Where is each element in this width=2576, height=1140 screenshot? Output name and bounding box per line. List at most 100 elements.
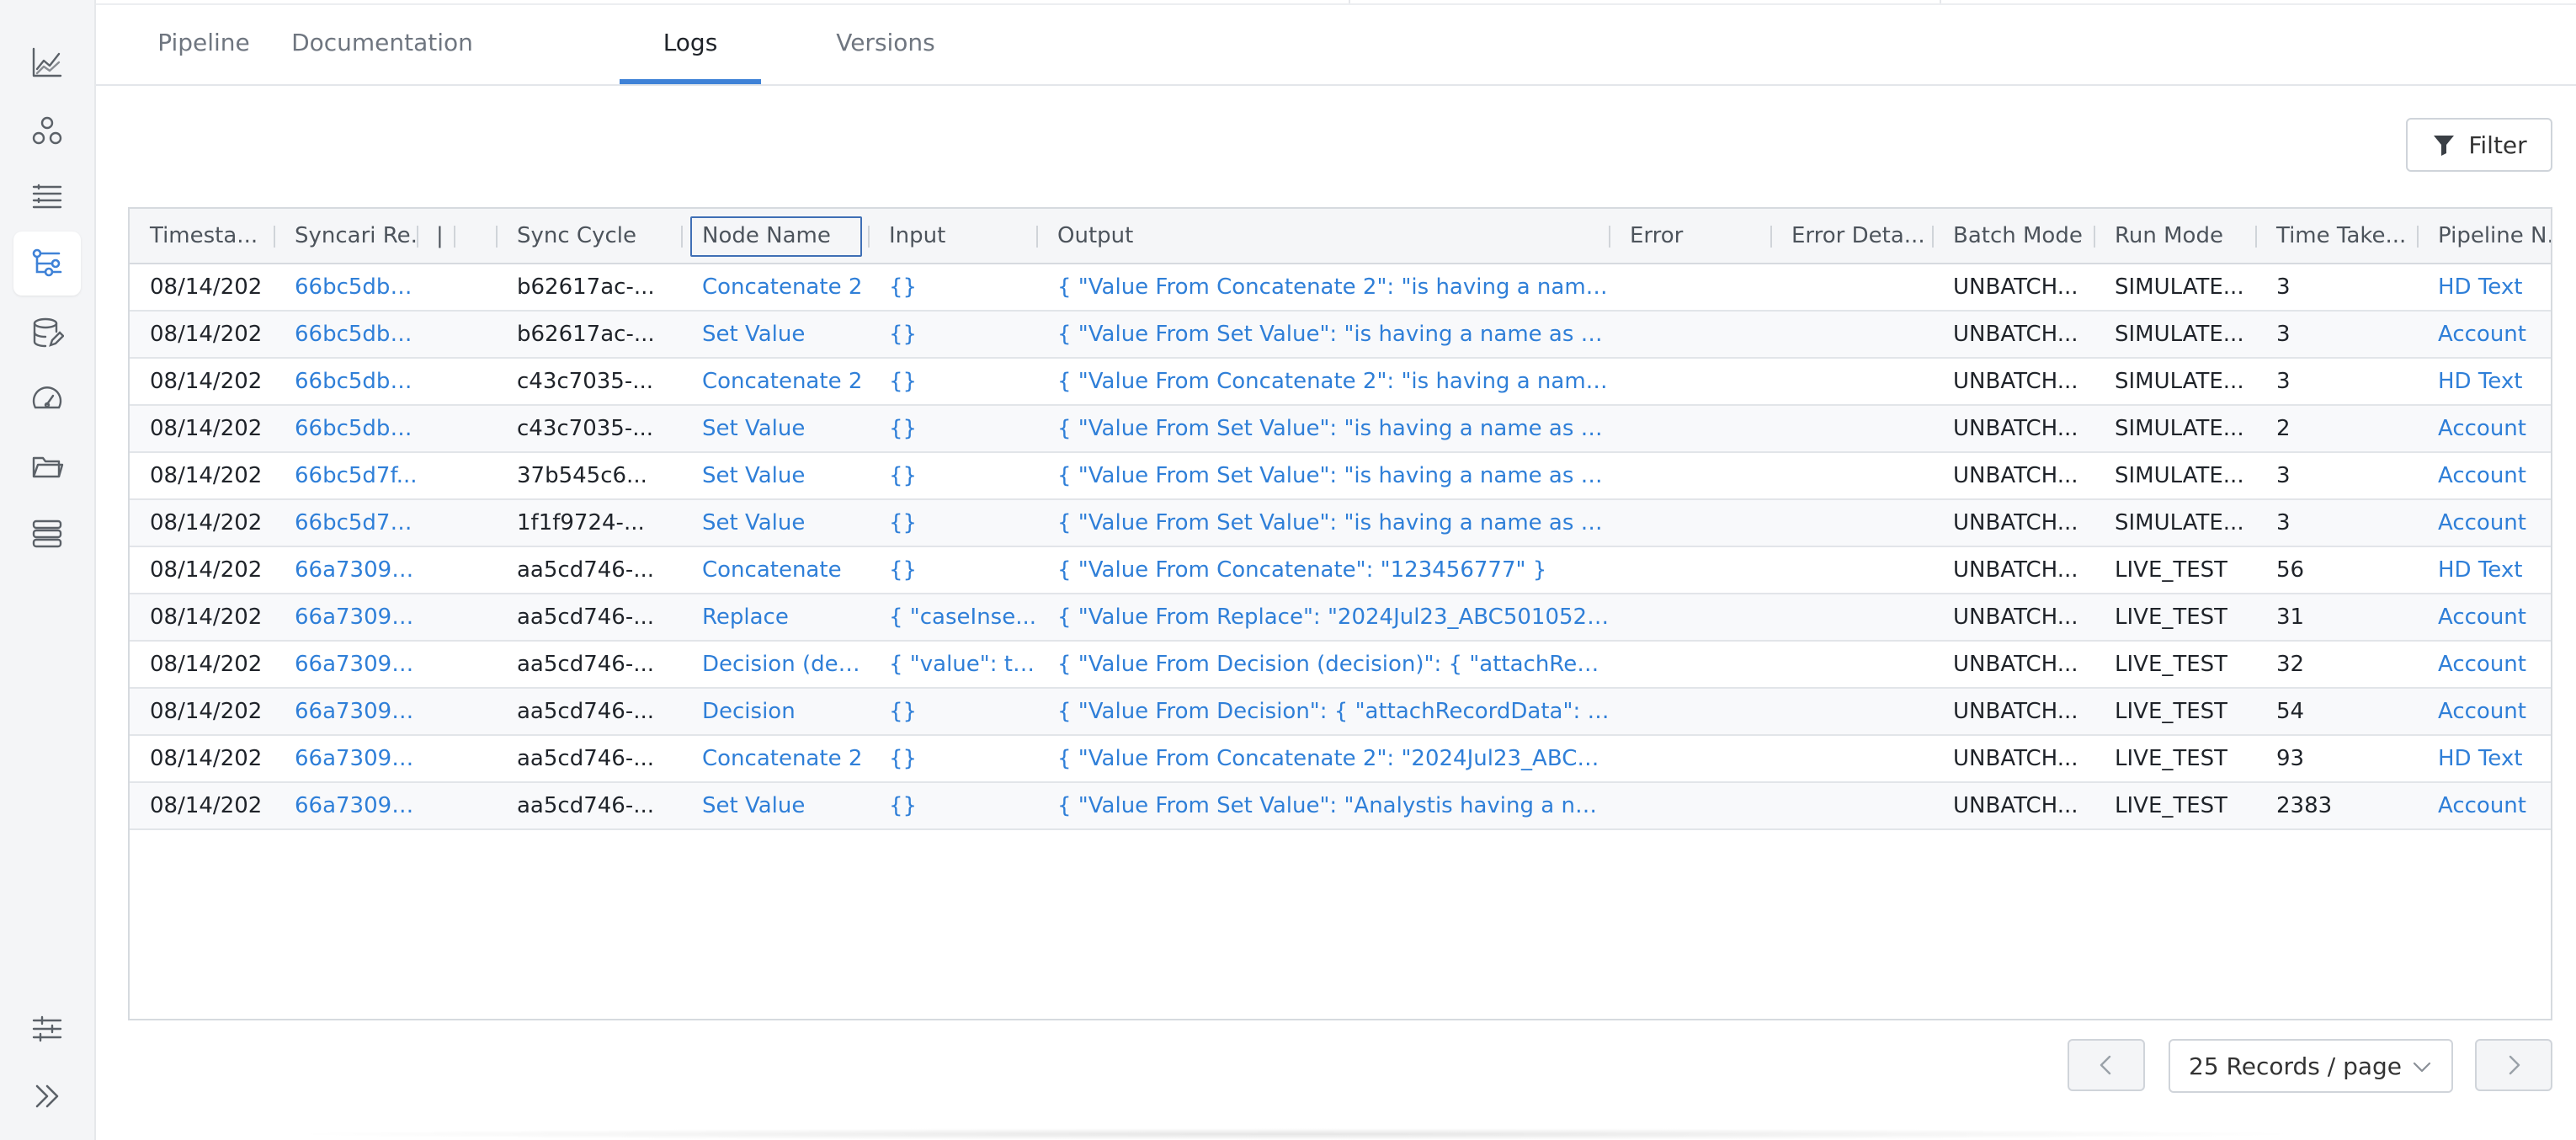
column-resize-handle[interactable] [2255, 226, 2257, 248]
tab-pipeline[interactable]: Pipeline [146, 0, 261, 84]
cell-output[interactable]: { "Value From Concatenate 2": "is having… [1037, 359, 1610, 404]
column-header-node-name[interactable]: Node Name [682, 209, 869, 263]
schema-edit-icon[interactable] [13, 301, 81, 365]
column-header-time-taken[interactable]: Time Take... [2256, 209, 2418, 263]
column-resize-handle[interactable] [2094, 226, 2095, 248]
list-icon[interactable] [13, 165, 81, 229]
cell-syncari-record-id[interactable]: 66a73094... [274, 594, 418, 640]
cell-node-name[interactable]: Concatenate 2 [682, 359, 869, 404]
cell-pipeline-name[interactable]: HD Text [2418, 359, 2551, 404]
cell-node-name[interactable]: Concatenate 2 [682, 736, 869, 781]
cell-pipeline-name[interactable]: Account [2418, 689, 2551, 734]
column-header-error[interactable]: Error [1610, 209, 1771, 263]
cell-node-name[interactable]: Decision (dec... [682, 642, 869, 687]
table-row[interactable]: 08/14/202 66bc5db3... b62617ac-... Concaten… [130, 264, 2551, 312]
cell-input[interactable]: {} [869, 312, 1037, 357]
cell-pipeline-name[interactable]: Account [2418, 453, 2551, 498]
column-header-run-mode[interactable]: Run Mode [2094, 209, 2256, 263]
page-size-select[interactable]: 25 Records / page [2169, 1039, 2453, 1093]
cell-input[interactable]: {} [869, 359, 1037, 404]
previous-page-button[interactable] [2068, 1039, 2145, 1091]
cell-input[interactable]: {} [869, 264, 1037, 310]
cell-output[interactable]: { "Value From Replace": "2024Jul23_ABC50… [1037, 594, 1610, 640]
sliders-icon[interactable] [13, 997, 81, 1061]
analytics-icon[interactable] [13, 30, 81, 94]
cell-syncari-record-id[interactable]: 66bc5db3... [274, 264, 418, 310]
column-header-column-4[interactable] [455, 209, 497, 263]
cell-syncari-record-id[interactable]: 66a73094... [274, 547, 418, 593]
filter-button[interactable]: Filter [2406, 118, 2552, 172]
table-row[interactable]: 08/14/202 66a73094... aa5cd746-... Concaten… [130, 736, 2551, 783]
cell-syncari-record-id[interactable]: 66a73094... [274, 642, 418, 687]
cell-output[interactable]: { "Value From Decision (decision)": { "a… [1037, 642, 1610, 687]
column-resize-handle[interactable] [2417, 226, 2419, 248]
cell-output[interactable]: { "Value From Set Value": "is having a n… [1037, 312, 1610, 357]
cell-input[interactable]: {} [869, 406, 1037, 451]
column-header-output[interactable]: Output [1037, 209, 1610, 263]
cell-output[interactable]: { "Value From Set Value": "is having a n… [1037, 406, 1610, 451]
cell-node-name[interactable]: Set Value [682, 312, 869, 357]
cell-syncari-record-id[interactable]: 66a73094... [274, 736, 418, 781]
cell-node-name[interactable]: Set Value [682, 500, 869, 546]
table-row[interactable]: 08/14/202 66a73094... aa5cd746-... Set Valu… [130, 783, 2551, 830]
cell-node-name[interactable]: Decision [682, 689, 869, 734]
folder-icon[interactable] [13, 434, 81, 498]
cell-pipeline-name[interactable]: Account [2418, 406, 2551, 451]
cell-syncari-record-id[interactable]: 66bc5db1... [274, 406, 418, 451]
column-resize-handle[interactable] [496, 226, 498, 248]
column-header-pipeline-name[interactable]: Pipeline N... [2418, 209, 2551, 263]
cell-pipeline-name[interactable]: Account [2418, 312, 2551, 357]
cell-pipeline-name[interactable]: HD Text [2418, 547, 2551, 593]
column-header-syncari-record-id[interactable]: Syncari Re... [274, 209, 418, 263]
cell-pipeline-name[interactable]: HD Text [2418, 736, 2551, 781]
cell-output[interactable]: { "Value From Set Value": "Analystis hav… [1037, 783, 1610, 828]
expand-icon[interactable] [13, 1064, 81, 1128]
cell-output[interactable]: { "Value From Set Value": "is having a n… [1037, 453, 1610, 498]
tab-logs[interactable]: Logs [620, 0, 761, 84]
cell-output[interactable]: { "Value From Concatenate 2": "2024Jul23… [1037, 736, 1610, 781]
column-resize-handle[interactable] [868, 226, 870, 248]
cell-output[interactable]: { "Value From Set Value": "is having a n… [1037, 500, 1610, 546]
column-header-column-3[interactable]: | [418, 209, 455, 263]
column-header-timestamp[interactable]: Timesta... [130, 209, 274, 263]
column-resize-handle[interactable] [454, 226, 455, 248]
cell-pipeline-name[interactable]: Account [2418, 594, 2551, 640]
table-row[interactable]: 08/14/202 66bc5d7f... 37b545c6... Set Value… [130, 453, 2551, 500]
cell-node-name[interactable]: Concatenate 2 [682, 264, 869, 310]
next-page-button[interactable] [2475, 1039, 2552, 1091]
cell-output[interactable]: { "Value From Decision": { "attachRecord… [1037, 689, 1610, 734]
cell-node-name[interactable]: Set Value [682, 406, 869, 451]
cell-syncari-record-id[interactable]: 66a73094... [274, 783, 418, 828]
column-resize-handle[interactable] [1609, 226, 1610, 248]
cell-input[interactable]: {} [869, 500, 1037, 546]
table-row[interactable]: 08/14/202 66bc5db1... c43c7035-... Set Valu… [130, 406, 2551, 453]
table-row[interactable]: 08/14/202 66bc5d7e... 1f1f9724-... Set Valu… [130, 500, 2551, 547]
table-row[interactable]: 08/14/202 66a73094... aa5cd746-... Decision… [130, 642, 2551, 689]
pipeline-icon[interactable] [13, 232, 81, 296]
tab-documentation[interactable]: Documentation [278, 0, 487, 84]
table-row[interactable]: 08/14/202 66a73094... aa5cd746-... Concaten… [130, 547, 2551, 594]
table-row[interactable]: 08/14/202 66bc5db3... b62617ac-... Set Valu… [130, 312, 2551, 359]
column-resize-handle[interactable] [417, 226, 418, 248]
cell-input[interactable]: { "value": tr... [869, 642, 1037, 687]
table-row[interactable]: 08/14/202 66a73094... aa5cd746-... Replace {… [130, 594, 2551, 642]
cell-output[interactable]: { "Value From Concatenate 2": "is having… [1037, 264, 1610, 310]
cell-input[interactable]: {} [869, 547, 1037, 593]
stack-icon[interactable] [13, 502, 81, 566]
column-header-sync-cycle[interactable]: Sync Cycle [497, 209, 682, 263]
table-row[interactable]: 08/14/202 66bc5db1... c43c7035-... Concaten… [130, 359, 2551, 406]
cell-node-name[interactable]: Set Value [682, 783, 869, 828]
cell-node-name[interactable]: Concatenate [682, 547, 869, 593]
column-resize-handle[interactable] [1932, 226, 1934, 248]
cell-syncari-record-id[interactable]: 66bc5db1... [274, 359, 418, 404]
cell-syncari-record-id[interactable]: 66bc5d7e... [274, 500, 418, 546]
cell-syncari-record-id[interactable]: 66bc5d7f... [274, 453, 418, 498]
cell-pipeline-name[interactable]: HD Text [2418, 264, 2551, 310]
cell-pipeline-name[interactable]: Account [2418, 642, 2551, 687]
cell-syncari-record-id[interactable]: 66bc5db3... [274, 312, 418, 357]
cell-syncari-record-id[interactable]: 66a73094... [274, 689, 418, 734]
cell-output[interactable]: { "Value From Concatenate": "123456777" … [1037, 547, 1610, 593]
cell-input[interactable]: {} [869, 736, 1037, 781]
tab-versions[interactable]: Versions [817, 0, 955, 84]
cell-input[interactable]: {} [869, 689, 1037, 734]
